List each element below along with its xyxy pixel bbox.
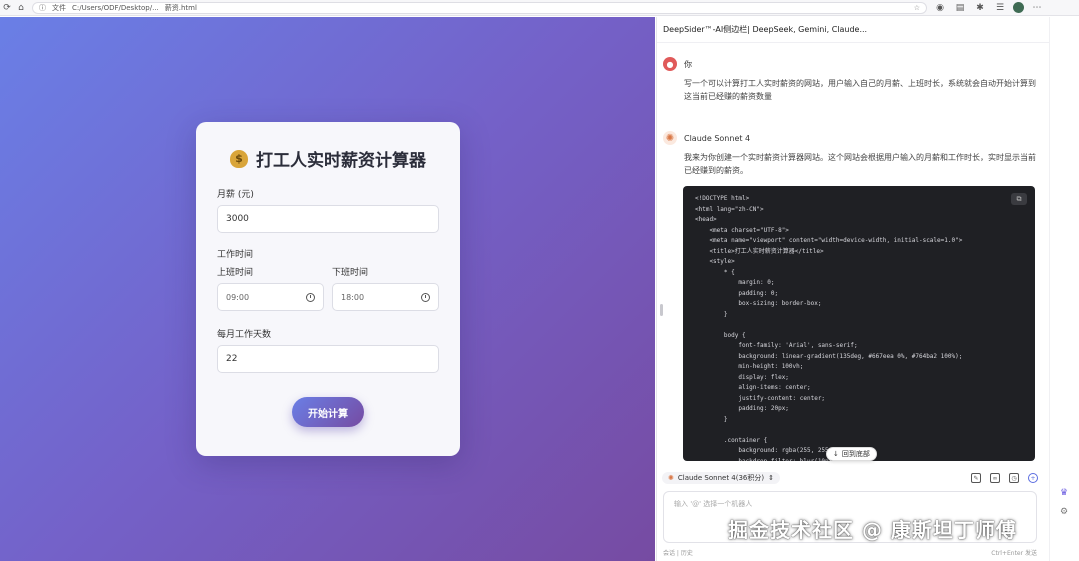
crown-icon[interactable]: ♛ [1058,487,1070,499]
puzzle-icon[interactable]: ✱ [973,1,987,15]
money-bag-icon: $ [230,149,248,168]
code-line: box-sizing: border-box; [695,300,822,307]
star-icon[interactable]: ☆ [914,4,920,12]
start-time-value: 09:00 [226,292,250,302]
url-prefix: 文件 [52,3,66,12]
salary-input[interactable]: 3000 [217,205,439,233]
end-time-value: 18:00 [341,292,365,302]
user-name: 你 [684,59,692,69]
url-text: C:/Users/ODF/Desktop/... [72,3,159,12]
model-name: Claude Sonnet 4(36积分) [677,474,765,482]
watermark: 掘金技术社区 @ 康斯坦丁师傅 [728,518,1017,542]
refresh-icon[interactable]: ⟳ [0,1,14,15]
home-icon[interactable]: ⌂ [14,1,28,15]
add-icon[interactable]: + [1028,473,1038,483]
extension-icon[interactable]: ◉ [933,1,947,15]
url-file: 薪资.html [164,3,197,12]
code-line: font-family: 'Arial', sans-serif; [695,342,858,349]
chat-input-placeholder: 输入 '@' 选择一个机器人 [674,500,753,508]
reader-icon[interactable]: ▤ [953,1,967,15]
browser-toolbar: ⟳ ⌂ ⓘ 文件 C:/Users/ODF/Desktop/... 薪资.htm… [0,0,1079,16]
chevron-updown-icon: ⇕ [768,474,774,482]
code-line: min-height: 100vh; [695,363,804,370]
input-footer: 会话 | 历史 Ctrl+Enter 发送 [663,548,1037,557]
bot-message: ✺ Claude Sonnet 4 我来为你创建一个实时薪资计算器网站。这个网站… [663,131,1037,177]
code-line: body { [695,331,746,339]
code-block: <!DOCTYPE html> <html lang="zh-CN"> <head>… [683,186,1035,461]
end-time-input[interactable]: 18:00 [332,283,439,311]
address-bar[interactable]: ⓘ 文件 C:/Users/ODF/Desktop/... 薪资.html ☆ [32,1,927,14]
code-line: <meta name="viewport" content="width=dev… [695,237,963,244]
start-time-input[interactable]: 09:00 [217,283,324,311]
more-icon[interactable]: ⋯ [1030,1,1044,15]
clock-icon[interactable] [421,292,430,302]
info-icon: ⓘ [39,3,46,12]
code-line: } [695,310,728,318]
profile-avatar[interactable] [1013,2,1024,13]
bot-message-text: 我来为你创建一个实时薪资计算器网站。这个网站会根据用户输入的月薪和工作时长，实时… [684,153,1036,175]
code-line: } [695,415,728,423]
code-line: align-items: center; [695,384,811,391]
back-to-bottom-label: 回到底部 [841,450,870,458]
user-message: ● 你 写一个可以计算打工人实时薪资的网站，用户输入自己的月薪、上班时长，系统就… [663,57,1037,103]
model-selector[interactable]: ✺ Claude Sonnet 4(36积分) ⇕ [662,472,780,484]
work-time-label: 工作时间 [217,250,254,260]
user-message-text: 写一个可以计算打工人实时薪资的网站，用户输入自己的月薪、上班时长，系统就会自动开… [684,79,1036,101]
claude-logo-icon: ✺ [663,131,677,145]
favorites-icon[interactable]: ☰ [993,1,1007,15]
work-days-label: 每月工作天数 [217,330,272,340]
new-chat-icon[interactable]: ✎ [971,473,981,483]
code-line: margin: 0; [695,279,775,286]
clock-icon[interactable] [306,292,315,302]
footer-left: 会话 | 历史 [663,550,693,557]
calculator-card: $ 打工人实时薪资计算器 月薪 (元) 3000 工作时间 上班时间 09:00… [196,122,460,456]
salary-app-page: $ 打工人实时薪资计算器 月薪 (元) 3000 工作时间 上班时间 09:00… [0,17,655,561]
code-line: <style> [695,258,735,265]
start-time-label: 上班时间 [217,268,254,278]
footer-right: Ctrl+Enter 发送 [991,550,1037,557]
calculator-title-row: $ 打工人实时薪资计算器 [217,146,439,171]
salary-label: 月薪 (元) [217,190,254,200]
code-line: <head> [695,216,717,223]
calculator-title: 打工人实时薪资计算器 [256,151,426,171]
time-row: 上班时间 09:00 下班时间 18:00 [217,265,439,311]
attach-icon[interactable]: ∞ [990,473,1000,483]
back-to-bottom-button[interactable]: ↓ 回到底部 [826,447,877,461]
code-line: background: linear-gradient(135deg, #667… [695,352,963,360]
code-line: justify-content: center; [695,394,826,402]
history-icon[interactable]: ◷ [1009,473,1019,483]
code-line: <!DOCTYPE html> [695,195,750,202]
panel-header: DeepSider™-AI侧边栏| DeepSeek, Gemini, Clau… [657,17,1079,43]
copy-icon[interactable]: ⧉ [1011,193,1027,205]
work-days-input[interactable]: 22 [217,345,439,373]
user-avatar: ● [663,57,677,71]
panel-title: DeepSider™-AI侧边栏| DeepSeek, Gemini, Clau… [663,25,868,34]
code-line: <meta charset="UTF-8"> [695,226,789,234]
code-line: display: flex; [695,373,789,381]
code-line: <html lang="zh-CN"> [695,205,764,213]
arrow-down-icon: ↓ [833,450,839,458]
claude-logo-icon: ✺ [668,474,674,482]
code-line: padding: 0; [695,289,779,297]
sidebar-strip: ♛ ⚙ [1049,17,1079,561]
code-line: * { [695,268,735,276]
settings-icon[interactable]: ⚙ [1058,506,1070,518]
model-bar: ✺ Claude Sonnet 4(36积分) ⇕ ✎ ∞ ◷ + [662,471,1038,485]
bot-name: Claude Sonnet 4 [684,133,751,143]
code-line: <title>打工人实时薪资计算器</title> [695,247,824,255]
panel-resize-handle[interactable] [660,304,663,316]
end-time-label: 下班时间 [332,268,369,278]
code-line: padding: 20px; [695,405,789,412]
code-line: .container { [695,436,768,444]
start-calculate-button[interactable]: 开始计算 [292,397,364,427]
code-lines: <!DOCTYPE html> <html lang="zh-CN"> <head>… [695,194,1023,461]
